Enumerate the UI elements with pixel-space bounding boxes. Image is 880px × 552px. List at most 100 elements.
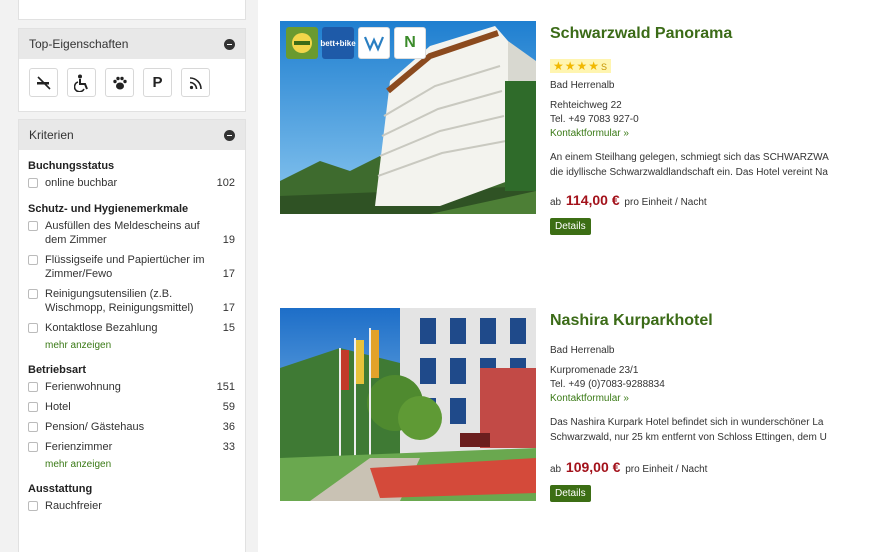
wifi-icon[interactable] <box>181 68 210 97</box>
price-value: 109,00 € <box>565 459 621 475</box>
details-button[interactable]: Details <box>550 485 591 502</box>
filter-group-booking-status: Buchungsstatus online buchbar 102 <box>28 160 235 190</box>
hotel-info: Schwarzwald Panorama ★★★★S Bad Herrenalb… <box>550 21 880 235</box>
parking-icon[interactable]: P <box>143 68 172 97</box>
wheelchair-icon[interactable] <box>67 68 96 97</box>
filter-option[interactable]: online buchbar 102 <box>28 176 235 190</box>
eco-badge-icon <box>286 27 318 59</box>
option-label: Hotel <box>45 401 71 413</box>
checkbox[interactable] <box>28 255 38 265</box>
filter-option[interactable]: Reinigungsutensilien (z.B. Wischmopp, Re… <box>28 287 235 315</box>
description-line: Schwarzwald, nur 25 km entfernt von Schl… <box>550 432 827 443</box>
badge-label: bett+bike <box>320 38 356 48</box>
option-label: Kontaktlose Bezahlung <box>45 322 158 334</box>
filter-option[interactable]: Pension/ Gästehaus 36 <box>28 420 235 434</box>
option-label: Ferienwohnung <box>45 381 121 393</box>
price-unit: pro Einheit / Nacht <box>624 197 707 208</box>
collapse-icon[interactable] <box>224 38 235 50</box>
hotel-street: Rehteichweg 22 <box>550 100 622 111</box>
hotel-photo[interactable]: bett+bike N <box>280 21 536 214</box>
group-title: Schutz- und Hygienemerkmale <box>28 203 189 215</box>
option-count: 151 <box>216 381 235 393</box>
filter-group-amenities: Ausstattung Rauchfreier <box>28 483 235 513</box>
top-properties-panel: Top-Eigenschaften P <box>18 28 246 112</box>
hotel-info: Nashira Kurparkhotel Bad Herrenalb Kurpr… <box>550 308 880 502</box>
superior-label: S <box>601 62 609 72</box>
price-line: ab 109,00 € pro Einheit / Nacht <box>550 459 880 475</box>
group-title: Ausstattung <box>28 483 93 495</box>
option-count: 36 <box>222 421 235 433</box>
top-properties-icons: P <box>19 59 245 97</box>
option-count: 17 <box>222 268 235 280</box>
hotel-description: Das Nashira Kurpark Hotel befindet sich … <box>550 415 880 445</box>
criteria-panel: Kriterien Buchungsstatus online buchbar … <box>18 119 246 552</box>
hotel-town: Bad Herrenalb <box>550 80 615 91</box>
description-line: An einem Steilhang gelegen, schmiegt sic… <box>550 152 829 163</box>
show-more-link[interactable]: mehr anzeigen <box>45 459 235 470</box>
option-label: online buchbar <box>45 177 118 189</box>
option-label: Ausfüllen des Meldescheins auf dem Zimme… <box>45 220 200 246</box>
hotel-phone: Tel. +49 7083 927-0 <box>550 114 639 125</box>
pet-paw-icon[interactable] <box>105 68 134 97</box>
top-properties-header[interactable]: Top-Eigenschaften <box>19 29 245 59</box>
criteria-header[interactable]: Kriterien <box>19 120 245 150</box>
hotel-photo[interactable] <box>280 308 536 501</box>
description-line: Das Nashira Kurpark Hotel befindet sich … <box>550 417 824 428</box>
contact-form-link[interactable]: Kontaktformular » <box>550 392 880 406</box>
criteria-body: Buchungsstatus online buchbar 102 Schutz… <box>19 150 245 513</box>
bett-bike-badge-icon: bett+bike <box>320 27 356 59</box>
checkbox[interactable] <box>28 501 38 511</box>
checkbox[interactable] <box>28 178 38 188</box>
previous-panel-stub <box>18 0 246 20</box>
filter-option[interactable]: Ferienzimmer 33 <box>28 440 235 454</box>
hotel-street: Kurpromenade 23/1 <box>550 365 639 376</box>
option-count: 59 <box>222 401 235 413</box>
hotel-town: Bad Herrenalb <box>550 345 615 356</box>
filter-sidebar: Top-Eigenschaften P Kriterien Buchungsst… <box>0 0 258 552</box>
filter-option[interactable]: Hotel 59 <box>28 400 235 414</box>
option-label: Reinigungsutensilien (z.B. Wischmopp, Re… <box>45 288 194 314</box>
checkbox[interactable] <box>28 442 38 452</box>
option-count: 15 <box>222 322 235 334</box>
badge-label: N <box>404 34 416 51</box>
option-count: 33 <box>222 441 235 453</box>
price-value: 114,00 € <box>565 192 620 208</box>
checkbox[interactable] <box>28 289 38 299</box>
star-rating: ★★★★S <box>550 59 612 73</box>
filter-group-hygiene: Schutz- und Hygienemerkmale Ausfüllen de… <box>28 203 235 351</box>
hotel-name-link[interactable]: Schwarzwald Panorama <box>550 25 880 47</box>
stars-icon: ★★★★ <box>553 59 601 73</box>
option-count: 19 <box>222 234 235 246</box>
checkbox[interactable] <box>28 323 38 333</box>
filter-option[interactable]: Ferienwohnung 151 <box>28 380 235 394</box>
contact-form-link[interactable]: Kontaktformular » <box>550 127 880 141</box>
no-smoking-icon[interactable] <box>29 68 58 97</box>
price-prefix: ab <box>550 197 562 208</box>
filter-option[interactable]: Rauchfreier <box>28 499 235 513</box>
wellness-badge-icon <box>358 27 390 59</box>
filter-option[interactable]: Flüssigseife und Papiertücher im Zimmer/… <box>28 253 235 281</box>
hotel-name-link[interactable]: Nashira Kurparkhotel <box>550 312 880 334</box>
checkbox[interactable] <box>28 221 38 231</box>
show-more-link[interactable]: mehr anzeigen <box>45 340 235 351</box>
filter-option[interactable]: Ausfüllen des Meldescheins auf dem Zimme… <box>28 219 235 247</box>
page: Top-Eigenschaften P Kriterien Buchungsst… <box>0 0 880 552</box>
option-label: Rauchfreier <box>45 500 102 512</box>
group-title: Betriebsart <box>28 364 87 376</box>
filter-group-business-type: Betriebsart Ferienwohnung 151 Hotel 59 P… <box>28 364 235 470</box>
filter-option[interactable]: Kontaktlose Bezahlung 15 <box>28 321 235 335</box>
checkbox[interactable] <box>28 382 38 392</box>
group-title: Buchungsstatus <box>28 160 115 172</box>
certification-badges: bett+bike N <box>286 27 426 59</box>
checkbox[interactable] <box>28 422 38 432</box>
option-count: 102 <box>216 177 235 189</box>
price-prefix: ab <box>550 464 562 475</box>
checkbox[interactable] <box>28 402 38 412</box>
parking-letter: P <box>152 74 163 91</box>
collapse-icon[interactable] <box>224 129 235 141</box>
option-count: 17 <box>222 302 235 314</box>
description-line: die idyllische Schwarzwaldlandschaft ein… <box>550 167 828 178</box>
naturpark-badge-icon: N <box>394 27 426 59</box>
option-label: Ferienzimmer <box>45 441 113 453</box>
details-button[interactable]: Details <box>550 218 591 235</box>
